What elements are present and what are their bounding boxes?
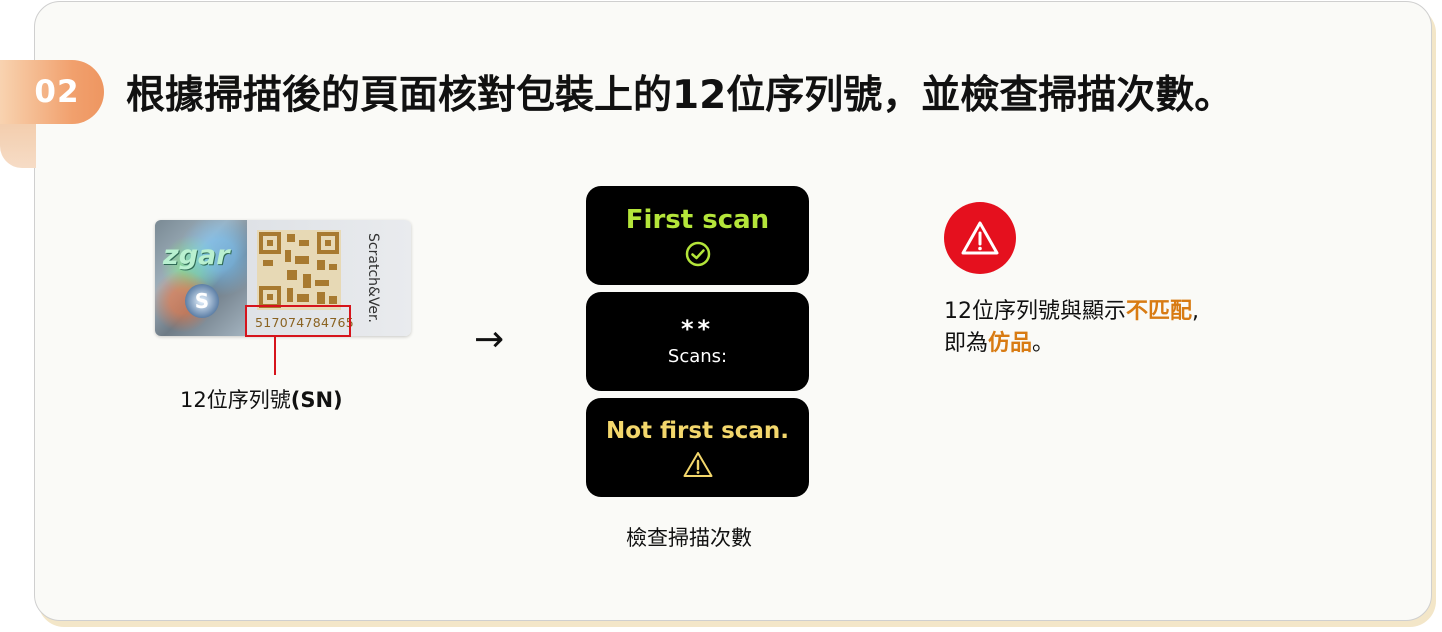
counterfeit-highlight: 仿品 xyxy=(988,331,1033,356)
first-scan-title: First scan xyxy=(625,204,770,235)
hologram-disc-icon: S xyxy=(185,284,219,318)
step-badge: 02 xyxy=(0,60,104,124)
mismatch-highlight: 不匹配 xyxy=(1126,299,1193,324)
scan-count-value: ** xyxy=(680,314,715,343)
serial-caption-main: 12位序列號 xyxy=(180,388,291,412)
not-first-scan-screen: Not first scan. xyxy=(586,398,809,497)
check-circle-icon xyxy=(685,241,710,266)
qr-code xyxy=(257,230,341,310)
serial-caption-sn: (SN) xyxy=(290,388,343,412)
serial-number-highlight-box xyxy=(245,305,351,337)
brand-logo: zgar xyxy=(163,240,230,271)
counterfeit-note: 12位序列號與顯示不匹配, 即為仿品。 xyxy=(944,296,1199,360)
step-number: 02 xyxy=(34,74,80,110)
serial-number-pointer-line xyxy=(274,337,276,375)
first-scan-screen: First scan xyxy=(586,186,809,285)
warning-triangle-icon xyxy=(683,451,712,477)
hologram-area: zgar S xyxy=(155,220,247,336)
note-line-1: 12位序列號與顯示不匹配, xyxy=(944,299,1200,324)
scan-count-label: Scans: xyxy=(667,346,728,368)
scan-count-screen: ** Scans: xyxy=(586,292,809,391)
step-title: 根據掃描後的頁面核對包裝上的12位序列號，並檢查掃描次數。 xyxy=(126,73,1234,118)
warning-triangle-icon xyxy=(961,221,999,255)
scratch-verify-text: Scratch&Ver. xyxy=(365,233,382,323)
check-scan-count-caption: 檢查掃描次數 xyxy=(626,526,752,550)
not-first-scan-title: Not first scan. xyxy=(605,417,790,444)
serial-number-caption: 12位序列號(SN) xyxy=(180,384,343,414)
note-line-2: 即為仿品。 xyxy=(944,331,1055,356)
arrow-right-icon: → xyxy=(474,319,505,360)
warning-badge xyxy=(944,202,1016,274)
